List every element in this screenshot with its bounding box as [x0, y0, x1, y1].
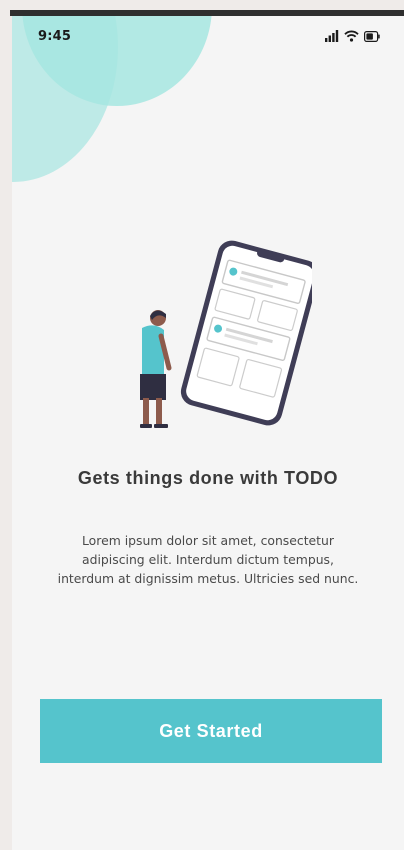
status-bar: 9:45 [12, 16, 404, 56]
phone-screen: 9:45 Gets things done with TODO Lorem ip… [12, 16, 404, 850]
page-title: Gets things done with TODO [77, 468, 339, 488]
wifi-icon [344, 30, 359, 42]
person-with-phone-illustration [112, 238, 320, 428]
status-icons [325, 28, 380, 44]
battery-icon [364, 30, 380, 42]
signal-icon [325, 30, 339, 42]
get-started-button[interactable]: Get Started [40, 699, 382, 763]
description-text: Lorem ipsum dolor sit amet, consectetur … [57, 533, 359, 586]
status-time: 9:45 [38, 29, 72, 44]
